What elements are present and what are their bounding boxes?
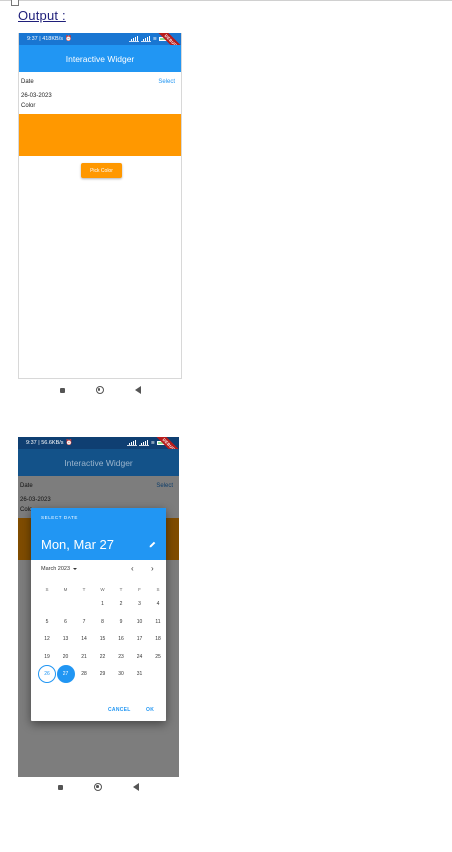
chevron-right-icon[interactable]: › [151, 564, 154, 573]
calendar-day[interactable]: 10 [131, 613, 149, 631]
caret-down-icon [73, 568, 78, 570]
calendar-day[interactable]: 12 [38, 630, 56, 648]
top-rule [0, 0, 452, 2]
status-text: 9:37 | 418KB/s [27, 36, 63, 42]
calendar-day[interactable]: 23 [112, 648, 130, 666]
calendar-day[interactable]: 5 [38, 613, 56, 631]
date-label: Date [20, 483, 33, 489]
page-marker [11, 0, 19, 6]
calendar-day[interactable]: 17 [131, 630, 149, 648]
select-date-heading: SELECT DATE [41, 515, 78, 520]
calendar-day[interactable]: 2 [112, 595, 130, 613]
calendar-day[interactable]: 26 [38, 665, 56, 683]
date-value: 26-03-2023 [20, 497, 51, 503]
calendar-day[interactable]: 16 [112, 630, 130, 648]
month-label: March 2023 [41, 566, 71, 572]
status-bar: 9:37 | 418KB/s ⏰ ≋ DEBUG [19, 33, 181, 58]
select-date-link: Select [156, 483, 173, 489]
android-nav-bar [18, 379, 182, 401]
signal-icon [138, 439, 149, 446]
alarm-icon: ⏰ [64, 36, 72, 42]
wifi-icon: ≋ [152, 36, 157, 42]
weekday-label: F [138, 587, 141, 592]
calendar-day[interactable]: 13 [57, 630, 75, 648]
signal-icon [140, 35, 151, 42]
calendar-day[interactable]: 6 [57, 613, 75, 631]
color-label: Color [21, 103, 36, 109]
calendar-day[interactable]: 14 [75, 630, 93, 648]
home-button[interactable] [95, 386, 104, 394]
wifi-icon: ≋ [150, 440, 155, 446]
ok-button[interactable]: OK [146, 707, 154, 713]
signal-icon [126, 439, 137, 446]
calendar-day[interactable]: 27 [56, 665, 75, 683]
weekday-label: W [100, 587, 105, 592]
app-bar-title: Interactive Widger [19, 45, 181, 72]
date-value: 26-03-2023 [21, 93, 52, 99]
calendar-day[interactable]: 25 [149, 648, 167, 666]
date-picker-header: SELECT DATE Mon, Mar 27 [31, 508, 166, 560]
weekday-label: S [156, 587, 160, 592]
calendar-day[interactable]: 3 [131, 595, 149, 613]
calendar-day[interactable]: 7 [75, 613, 93, 631]
calendar-day[interactable]: 28 [75, 665, 93, 683]
recents-button[interactable] [58, 784, 63, 790]
calendar-day[interactable]: 22 [94, 648, 112, 666]
calendar-day[interactable]: 18 [149, 630, 167, 648]
weekday-label: M [63, 587, 68, 592]
calendar-day[interactable]: 30 [112, 665, 130, 683]
calendar-day[interactable]: 24 [131, 648, 149, 666]
calendar-day[interactable]: 15 [94, 630, 112, 648]
status-bar: 9:37 | 56.6KB/s ⏰ ≋ DEBUG [18, 437, 179, 462]
status-icons: ≋ [126, 439, 165, 446]
recents-button[interactable] [59, 387, 65, 393]
signal-icon [128, 35, 139, 42]
date-label: Date [21, 79, 34, 85]
weekday-label: T [119, 587, 123, 592]
calendar-day[interactable]: 1 [94, 595, 112, 613]
status-icons: ≋ [128, 35, 167, 42]
selected-date-display: Mon, Mar 27 [41, 537, 114, 552]
month-year-selector[interactable]: March 2023 [41, 566, 78, 572]
calendar-day[interactable]: 29 [94, 665, 112, 683]
calendar-day[interactable]: 21 [75, 648, 93, 666]
phone-screen-main: 9:37 | 418KB/s ⏰ ≋ DEBUG Interactive Wid… [18, 33, 182, 379]
back-button[interactable] [134, 386, 141, 394]
back-button[interactable] [133, 783, 139, 791]
chevron-left-icon[interactable]: ‹ [131, 564, 134, 573]
select-date-link[interactable]: Select [158, 79, 175, 85]
calendar-day[interactable]: 9 [112, 613, 130, 631]
app-bar-title: Interactive Widger [18, 449, 179, 476]
edit-icon[interactable] [149, 541, 156, 548]
home-button[interactable] [94, 783, 102, 791]
color-preview [19, 114, 181, 156]
phone-screen-date-picker: 9:37 | 56.6KB/s ⏰ ≋ DEBUG Interactive Wi… [18, 437, 179, 777]
alarm-icon: ⏰ [65, 440, 73, 446]
calendar-day[interactable]: 8 [94, 613, 112, 631]
calendar-day[interactable]: 4 [149, 595, 167, 613]
pick-color-button[interactable]: Pick Color [81, 163, 122, 178]
calendar-day[interactable]: 19 [38, 648, 56, 666]
output-heading: Output : [18, 8, 66, 23]
android-nav-bar [18, 776, 179, 798]
calendar-day[interactable]: 31 [131, 665, 149, 683]
calendar-day[interactable]: 11 [149, 613, 167, 631]
cancel-button[interactable]: CANCEL [108, 707, 131, 713]
weekday-label: T [82, 587, 86, 592]
date-picker-dialog: SELECT DATE Mon, Mar 27 March 2023 ‹ › S… [31, 508, 166, 721]
status-text: 9:37 | 56.6KB/s [26, 440, 64, 446]
weekday-label: S [45, 587, 49, 592]
calendar-day[interactable]: 20 [57, 648, 75, 666]
